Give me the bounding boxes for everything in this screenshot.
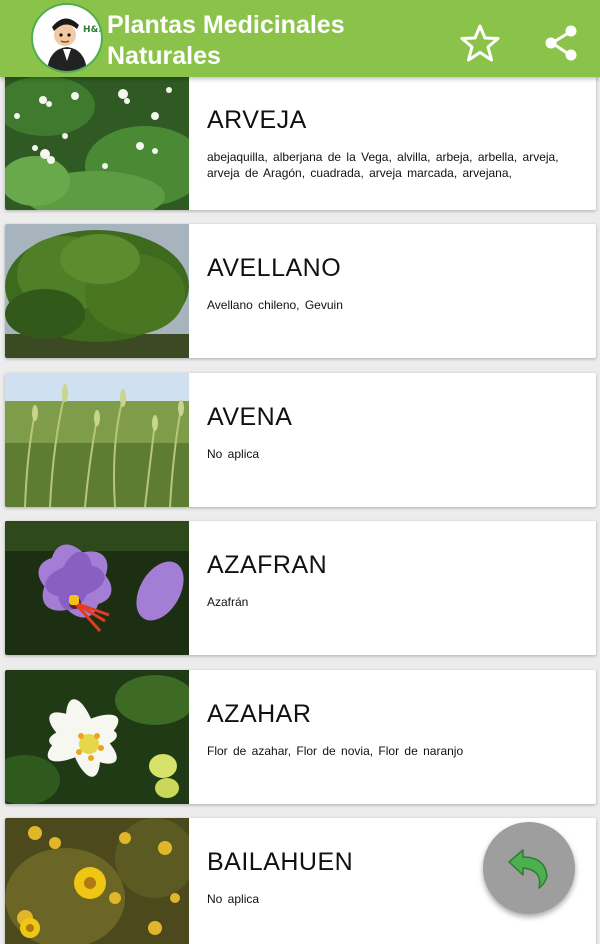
app-title: Plantas Medicinales Naturales bbox=[107, 10, 345, 72]
logo-letter-h: H&S bbox=[83, 25, 101, 35]
bailahuen-flowers-photo bbox=[5, 818, 189, 944]
pea-plant-photo bbox=[5, 77, 189, 210]
hazel-tree-photo bbox=[5, 224, 189, 358]
favorite-button[interactable] bbox=[459, 22, 501, 64]
herbalist-avatar-icon[interactable]: H&S bbox=[31, 3, 103, 73]
plant-name: AZAFRAN bbox=[207, 551, 328, 579]
plant-name: BAILAHUEN bbox=[207, 848, 354, 876]
plant-aliases: Flor de azahar, Flor de novia, Flor de n… bbox=[207, 744, 464, 758]
plant-aliases: Avellano chileno, Gevuin bbox=[207, 298, 343, 312]
plant-aliases: Azafrán bbox=[207, 595, 249, 609]
plant-aliases: No aplica bbox=[207, 447, 260, 461]
plant-card-avellano[interactable]: AVELLANO Avellano chileno, Gevuin bbox=[5, 224, 596, 358]
plant-name: ARVEJA bbox=[207, 106, 307, 134]
plant-name: AVENA bbox=[207, 403, 293, 431]
orange-blossom-photo bbox=[5, 670, 189, 804]
plant-name: AZAHAR bbox=[207, 700, 312, 728]
undo-arrow-icon bbox=[508, 849, 548, 889]
back-fab-button[interactable] bbox=[483, 822, 575, 914]
saffron-flower-photo bbox=[5, 521, 189, 655]
plant-name: AVELLANO bbox=[207, 254, 342, 282]
star-outline-icon bbox=[460, 24, 500, 62]
oat-field-photo bbox=[5, 373, 189, 507]
plant-list[interactable]: ARVEJA abejaquilla, alberjana de la Vega… bbox=[0, 77, 600, 944]
app-title-line-1: Plantas Medicinales bbox=[107, 11, 345, 39]
plant-card-arveja[interactable]: ARVEJA abejaquilla, alberjana de la Vega… bbox=[5, 77, 596, 210]
app-bar: H&S Plantas Medicinales Naturales bbox=[0, 0, 600, 77]
plant-aliases: abejaquilla, alberjana de la Vega, alvil… bbox=[207, 150, 559, 180]
plant-card-azafran[interactable]: AZAFRAN Azafrán bbox=[5, 521, 596, 655]
plant-card-azahar[interactable]: AZAHAR Flor de azahar, Flor de novia, Fl… bbox=[5, 670, 596, 804]
plant-card-avena[interactable]: AVENA No aplica bbox=[5, 373, 596, 507]
share-icon bbox=[545, 25, 577, 61]
app-title-line-2: Naturales bbox=[107, 42, 221, 70]
share-button[interactable] bbox=[540, 22, 582, 64]
